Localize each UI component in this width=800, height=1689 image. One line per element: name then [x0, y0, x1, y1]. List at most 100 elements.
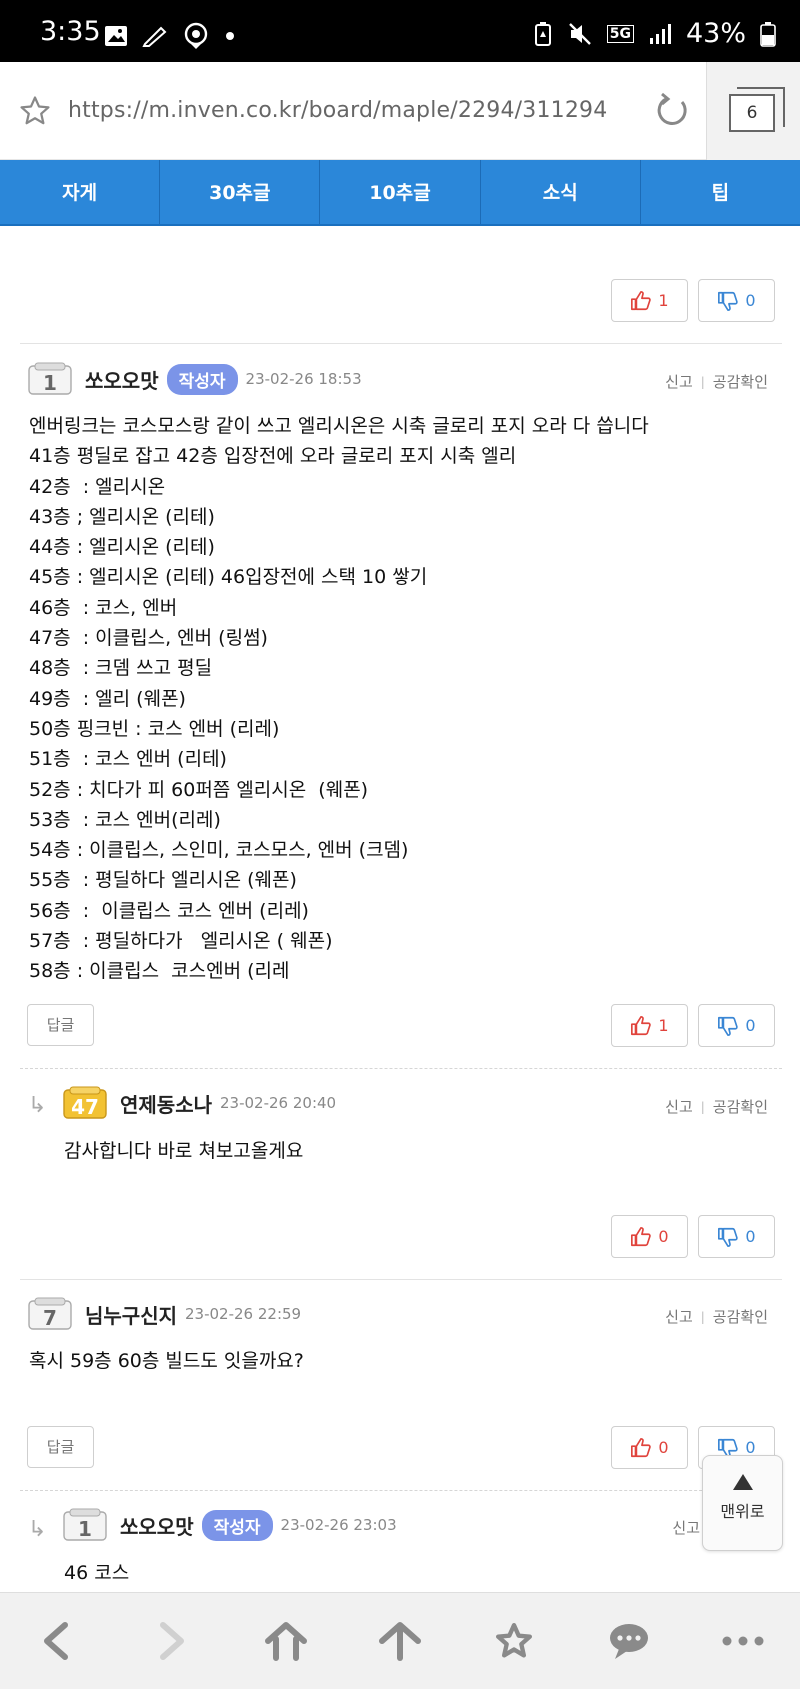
scroll-to-top-label: 맨위로: [720, 1502, 765, 1521]
mute-icon: [568, 22, 591, 45]
back-button[interactable]: [0, 1593, 114, 1689]
comment-date: 23-02-26 23:03: [280, 1516, 397, 1534]
upvote-button[interactable]: 1: [611, 1004, 688, 1047]
category-nav: 자게 30추글 10추글 소식 팁: [0, 160, 800, 226]
comment-votes: 1 0: [611, 1004, 775, 1047]
author-tag: 작성자: [166, 363, 238, 395]
thumbs-up-icon: [631, 1226, 652, 1246]
level-number: 1: [43, 371, 57, 395]
report-link[interactable]: 신고: [665, 371, 693, 392]
comment-body: 엔버링크는 코스모스랑 같이 쓰고 엘리시온은 시축 글로리 포지 오라 다 씁…: [29, 415, 649, 983]
comment-body: 혹시 59층 60층 빌드도 잇을까요?: [29, 1350, 304, 1372]
comment-date: 23-02-26 22:59: [185, 1305, 302, 1323]
pencil-icon: [142, 26, 167, 47]
category-tab[interactable]: 30추글: [160, 160, 321, 224]
tab-count: 6: [729, 87, 785, 132]
reply-arrow-icon: ↳: [28, 1517, 47, 1542]
tabs-button[interactable]: 6: [706, 62, 800, 160]
status-bar: 3:35 5G 43%: [0, 0, 800, 62]
url-field[interactable]: https://m.inven.co.kr/board/maple/2294/3…: [68, 98, 607, 123]
comment-date: 23-02-26 20:40: [220, 1094, 337, 1112]
author-tag: 작성자: [201, 1509, 273, 1541]
category-tab[interactable]: 팁: [641, 160, 800, 224]
up-triangle-icon: [732, 1474, 753, 1490]
comment-author[interactable]: 쏘오오맛: [120, 1511, 194, 1540]
downvote-button[interactable]: 0: [698, 1004, 775, 1047]
level-badge-icon: 7: [28, 1297, 72, 1330]
category-tab[interactable]: 10추글: [320, 160, 481, 224]
thumbs-up-icon: [631, 1015, 652, 1035]
comment-author[interactable]: 님누구신지: [85, 1300, 177, 1329]
more-button[interactable]: [686, 1593, 800, 1689]
reply-arrow-icon: ↳: [28, 1093, 47, 1118]
bookmark-star-icon[interactable]: [18, 94, 52, 128]
report-link[interactable]: 신고: [672, 1517, 700, 1538]
category-tab[interactable]: 자게: [0, 160, 161, 224]
comment-actions: 신고 | 공감확인: [665, 1306, 768, 1327]
comment-body: 감사합니다 바로 쳐보고올게요: [64, 1140, 304, 1162]
like-check-link[interactable]: 공감확인: [713, 371, 768, 392]
address-bar: https://m.inven.co.kr/board/maple/2294/3…: [0, 62, 800, 160]
thumbs-down-icon: [718, 1227, 739, 1247]
more-icon: [722, 1636, 764, 1646]
back-icon: [44, 1622, 69, 1660]
upvote-count: 1: [658, 291, 669, 310]
forward-button[interactable]: [114, 1593, 228, 1689]
downvote-count: 0: [745, 291, 756, 310]
comment-author[interactable]: 쏘오오맛: [85, 365, 159, 394]
comment-actions: 신고 | 공감확인: [665, 371, 768, 392]
divider: [20, 1279, 782, 1280]
battery-percent: 43%: [685, 18, 746, 49]
scroll-up-icon: [378, 1622, 421, 1661]
downvote-count: 0: [745, 1016, 756, 1035]
bookmarks-button[interactable]: [457, 1593, 571, 1689]
report-link[interactable]: 신고: [665, 1096, 693, 1117]
signal-icon: [649, 23, 671, 44]
chat-button[interactable]: [571, 1593, 685, 1689]
thumbs-down-icon: [718, 291, 739, 311]
level-badge-icon: 47: [63, 1086, 107, 1119]
upvote-button[interactable]: 0: [611, 1426, 688, 1469]
home-button[interactable]: [229, 1593, 343, 1689]
image-icon: [105, 26, 127, 46]
comment-header: 7 님누구신지 23-02-26 22:59: [27, 1297, 301, 1331]
upvote-count: 1: [658, 1016, 669, 1035]
home-icon: [264, 1622, 307, 1661]
thumbs-up-icon: [631, 1437, 652, 1457]
post-votes: 1 0: [611, 279, 775, 322]
thumbs-up-icon: [631, 290, 652, 310]
downvote-button[interactable]: 0: [698, 1215, 775, 1258]
browser-bottom-nav: [0, 1592, 800, 1689]
like-check-link[interactable]: 공감확인: [713, 1306, 768, 1327]
upvote-count: 0: [658, 1227, 669, 1246]
upvote-count: 0: [658, 1438, 669, 1457]
comment-header: 1 쏘오오맛 작성자 23-02-26 23:03: [62, 1508, 397, 1542]
downvote-count: 0: [745, 1227, 756, 1246]
reload-icon[interactable]: [652, 90, 692, 130]
divider: [20, 1490, 782, 1491]
reply-button[interactable]: 답글: [27, 1004, 94, 1046]
upvote-button[interactable]: 1: [611, 279, 688, 322]
comment-actions: 신고 | 공감확인: [665, 1096, 768, 1117]
thumbs-down-icon: [718, 1016, 739, 1036]
battery-icon: [760, 21, 776, 47]
category-tab[interactable]: 소식: [481, 160, 641, 224]
comment-author[interactable]: 연제동소나: [120, 1089, 212, 1118]
level-badge-icon: 1: [28, 362, 72, 395]
comment-votes: 0 0: [611, 1215, 775, 1258]
forward-icon: [160, 1622, 185, 1660]
comment-actions: 신고: [672, 1517, 700, 1538]
level-badge-icon: 1: [63, 1508, 107, 1541]
scroll-up-button[interactable]: [343, 1593, 457, 1689]
level-number: 1: [78, 1517, 92, 1541]
comment-body: 46 코스: [64, 1562, 130, 1584]
comment-header: 1 쏘오오맛 작성자 23-02-26 18:53: [27, 362, 362, 396]
reply-button[interactable]: 답글: [27, 1426, 94, 1468]
downvote-button[interactable]: 0: [698, 279, 775, 322]
scroll-to-top-button[interactable]: 맨위로: [702, 1455, 783, 1551]
upvote-button[interactable]: 0: [611, 1215, 688, 1258]
like-check-link[interactable]: 공감확인: [713, 1096, 768, 1117]
comment-header: 47 연제동소나 23-02-26 20:40: [62, 1086, 336, 1120]
report-link[interactable]: 신고: [665, 1306, 693, 1327]
location-icon: [184, 22, 208, 49]
